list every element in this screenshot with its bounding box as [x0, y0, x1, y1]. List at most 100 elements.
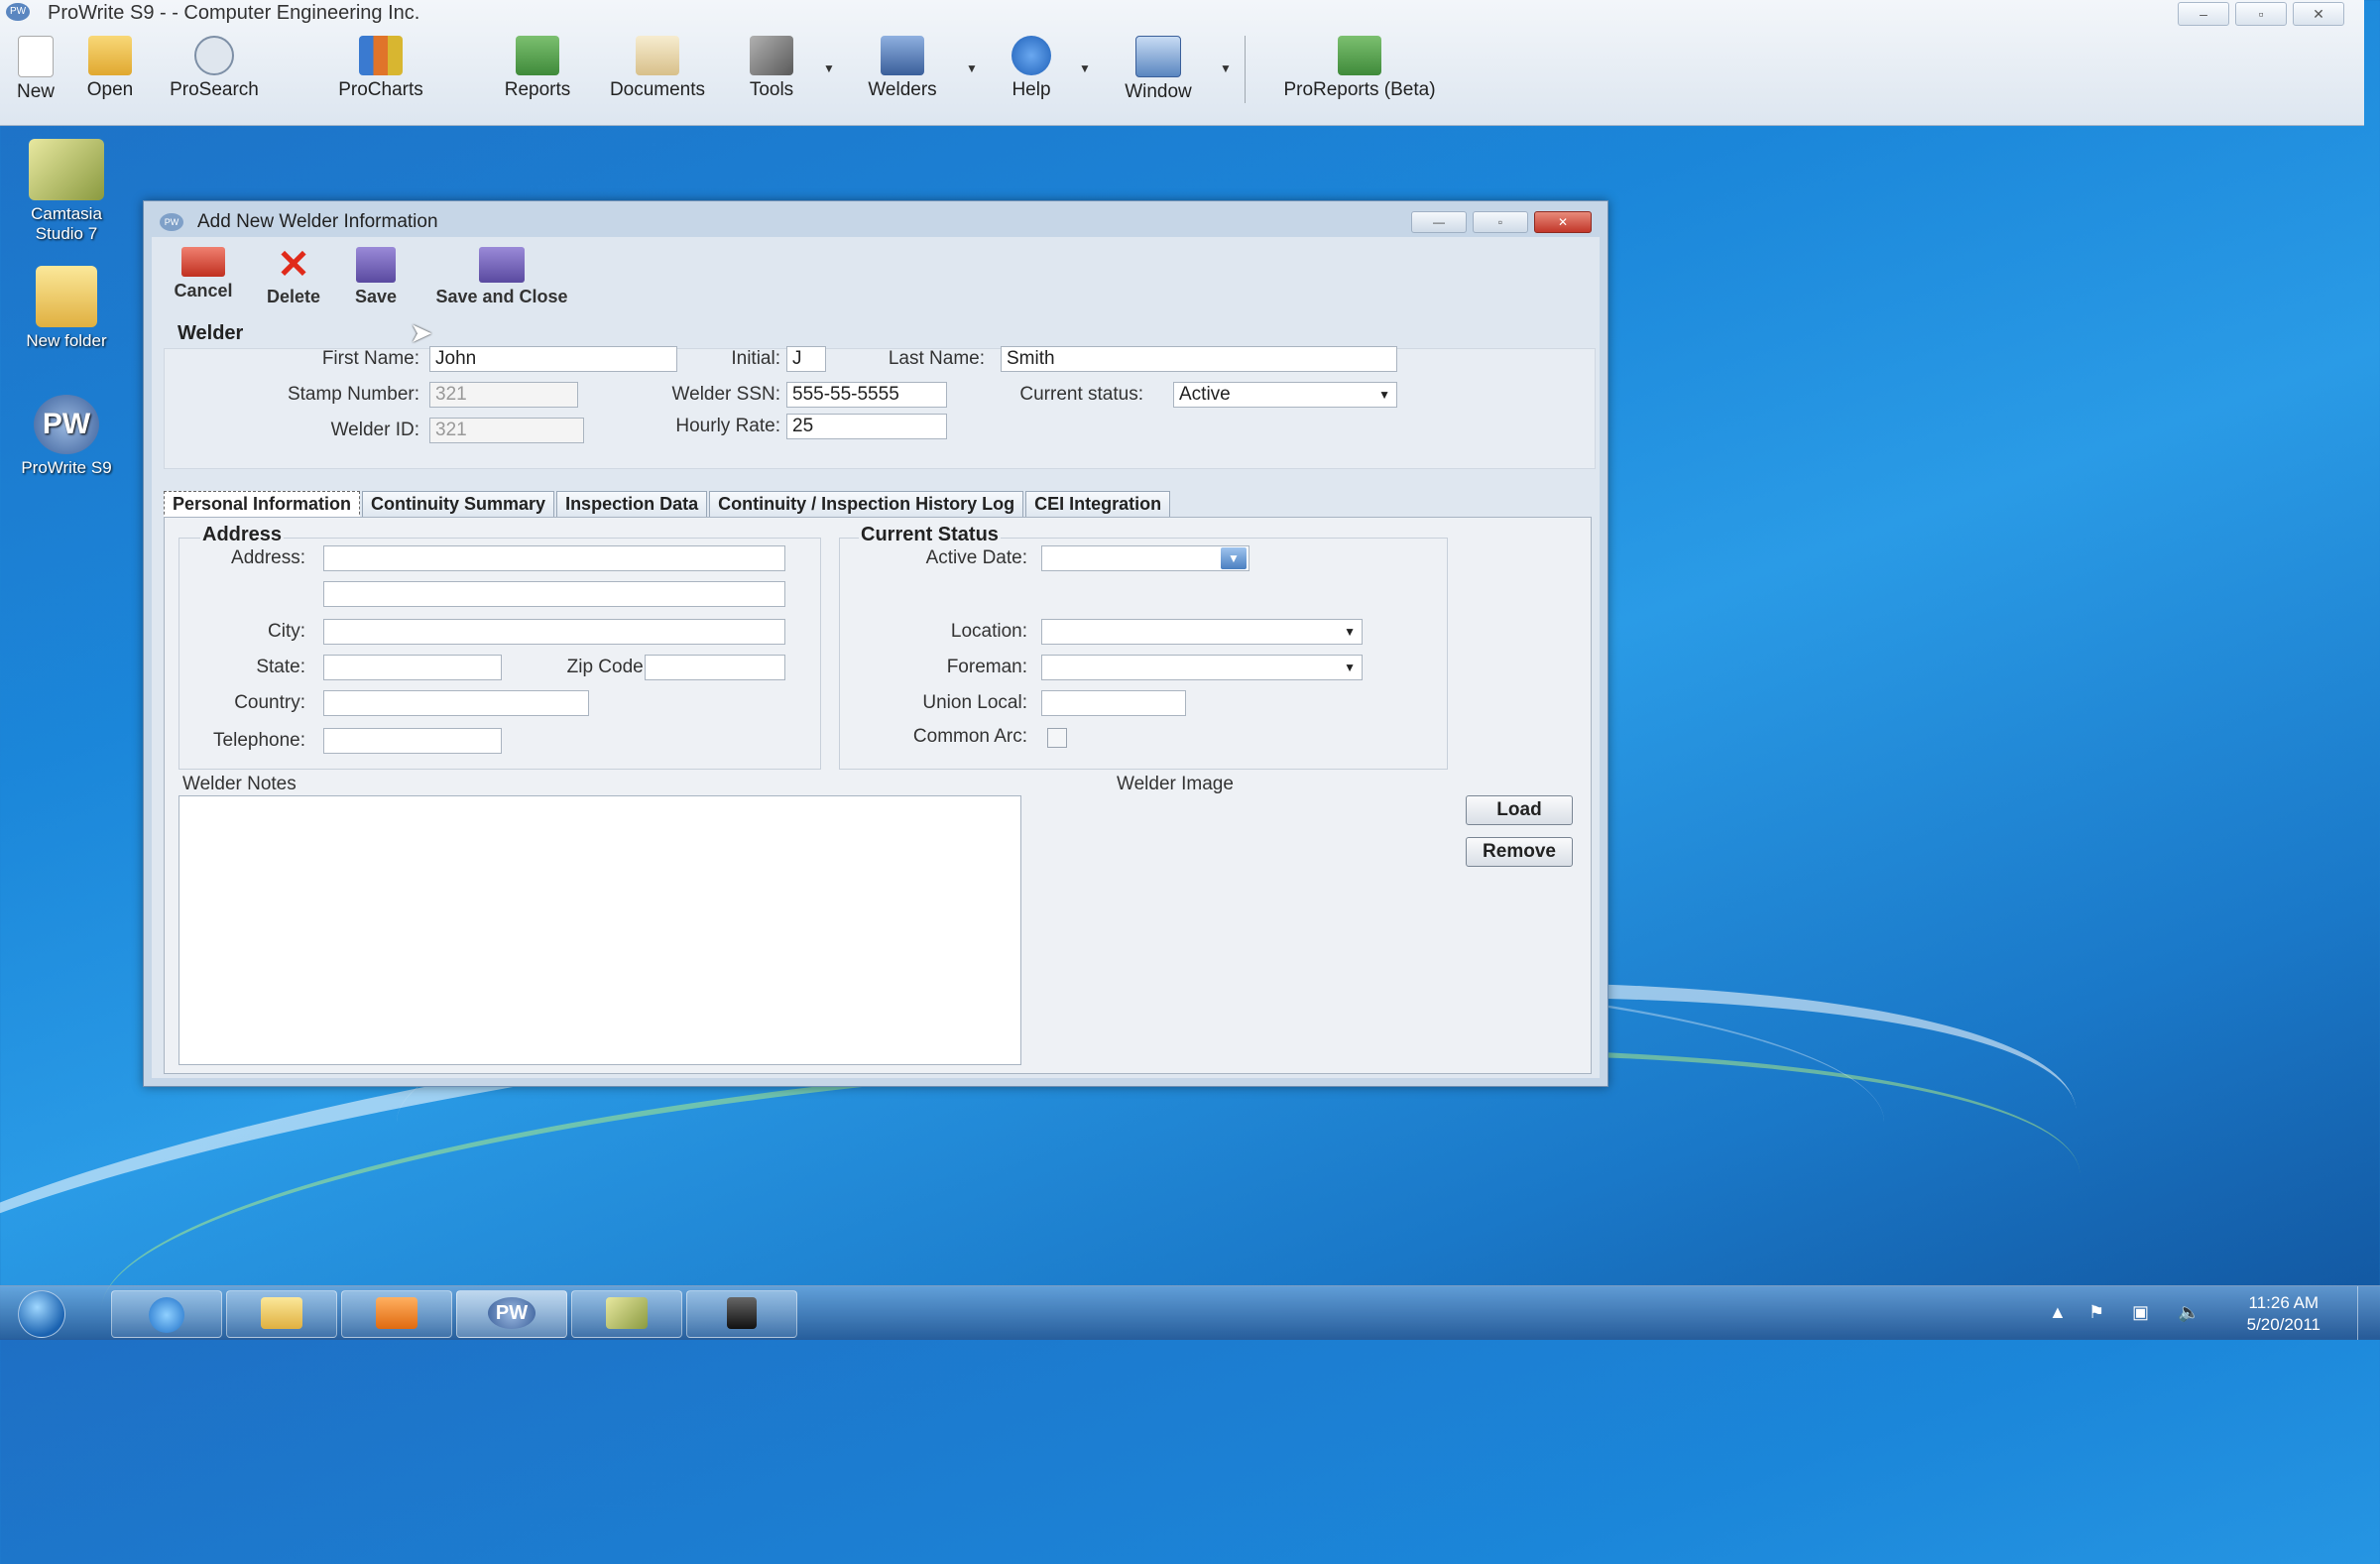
hourly-rate-label: Hourly Rate: [675, 416, 780, 436]
stamp-number-label: Stamp Number: [287, 384, 419, 405]
network-icon[interactable]: ▣ [2132, 1302, 2149, 1323]
camtasia-icon [606, 1297, 648, 1329]
help-dropdown-arrow-icon[interactable]: ▼ [1079, 61, 1091, 75]
taskbar-recorder-button[interactable] [686, 1290, 797, 1338]
active-date-picker[interactable]: ▼ [1041, 545, 1250, 571]
taskbar-camtasia-button[interactable] [571, 1290, 682, 1338]
taskbar-clock[interactable]: 11:26 AM 5/20/2011 [2247, 1292, 2320, 1336]
toolbar-new-button[interactable]: New [8, 36, 63, 103]
initial-label: Initial: [731, 348, 780, 369]
first-name-field[interactable]: John [429, 346, 677, 372]
dialog-maximize-button[interactable]: ▫ [1473, 211, 1528, 233]
show-desktop-button[interactable] [2357, 1286, 2380, 1340]
desktop-icon-label: New folder [26, 331, 107, 350]
add-welder-dialog: PW Add New Welder Information — ▫ ✕ Canc… [143, 200, 1608, 1087]
initial-field[interactable]: J [786, 346, 826, 372]
foreman-select[interactable]: ▼ [1041, 655, 1363, 680]
delete-button[interactable]: ✕ Delete [257, 245, 330, 307]
current-status-select[interactable]: Active ▼ [1173, 382, 1397, 408]
dialog-minimize-button[interactable]: — [1411, 211, 1467, 233]
cancel-label: Cancel [174, 281, 233, 301]
toolbar-window-button[interactable]: Window [1113, 36, 1204, 103]
save-and-close-button[interactable]: Save and Close [419, 247, 584, 307]
remove-image-button[interactable]: Remove [1466, 837, 1573, 867]
prowrite-icon: PW [34, 395, 99, 454]
toolbar-reports-button[interactable]: Reports [490, 36, 585, 101]
tab-history-log[interactable]: Continuity / Inspection History Log [709, 491, 1024, 517]
address-line2-field[interactable] [323, 581, 785, 607]
close-button[interactable]: ✕ [2293, 2, 2344, 26]
welders-icon [881, 36, 924, 75]
telephone-label: Telephone: [213, 730, 305, 751]
save-icon [356, 247, 396, 283]
taskbar-prowrite-button[interactable]: PW [456, 1290, 567, 1338]
minimize-button[interactable]: – [2178, 2, 2229, 26]
welder-id-field[interactable]: 321 [429, 418, 584, 443]
volume-icon[interactable]: 🔈 [2178, 1302, 2200, 1323]
toolbar-label: New [16, 81, 55, 102]
chevron-down-icon: ▼ [1378, 388, 1390, 402]
action-center-flag-icon[interactable]: ⚑ [2088, 1302, 2104, 1323]
toolbar-welders-button[interactable]: Welders [855, 36, 950, 101]
tab-inspection-data[interactable]: Inspection Data [556, 491, 708, 517]
location-label: Location: [950, 621, 1027, 642]
state-field[interactable] [323, 655, 502, 680]
save-and-close-icon [479, 247, 525, 283]
restore-button[interactable]: ▫ [2235, 2, 2287, 26]
desktop-icon-label: ProWrite S9 [21, 458, 112, 477]
telephone-field[interactable] [323, 728, 502, 754]
tools-dropdown-arrow-icon[interactable]: ▼ [823, 61, 835, 75]
toolbar-proreports-button[interactable]: ProReports (Beta) [1265, 36, 1454, 101]
toolbar-open-button[interactable]: Open [77, 36, 143, 101]
tab-personal-information[interactable]: Personal Information [164, 491, 361, 520]
cancel-button[interactable]: Cancel [166, 247, 241, 301]
hourly-rate-field[interactable]: 25 [786, 414, 947, 439]
save-button[interactable]: Save [346, 247, 406, 307]
save-and-close-label: Save and Close [435, 287, 568, 306]
open-folder-icon [88, 36, 132, 75]
tab-cei-integration[interactable]: CEI Integration [1025, 491, 1171, 517]
start-button[interactable] [18, 1290, 65, 1338]
desktop-icon-new-folder[interactable]: New folder [12, 266, 121, 351]
load-image-button[interactable]: Load [1466, 795, 1573, 825]
common-arc-checkbox[interactable] [1047, 728, 1067, 748]
union-local-field[interactable] [1041, 690, 1186, 716]
stamp-number-field[interactable]: 321 [429, 382, 578, 408]
dialog-body: Cancel ✕ Delete Save Save and Close ➤ We… [152, 237, 1600, 1078]
toolbar-tools-button[interactable]: Tools [736, 36, 807, 101]
last-name-field[interactable]: Smith [1001, 346, 1397, 372]
welder-notes-textarea[interactable] [178, 795, 1021, 1065]
zip-code-field[interactable] [645, 655, 785, 680]
city-field[interactable] [323, 619, 785, 645]
toolbar-label: ProCharts [338, 79, 423, 100]
tab-continuity-summary[interactable]: Continuity Summary [362, 491, 555, 517]
prowrite-icon: PW [488, 1297, 536, 1329]
desktop-icon-prowrite[interactable]: PW ProWrite S9 [12, 395, 121, 478]
search-icon [194, 36, 234, 75]
taskbar-media-button[interactable] [341, 1290, 452, 1338]
state-label: State: [256, 657, 305, 677]
union-local-label: Union Local: [922, 692, 1027, 713]
toolbar-prosearch-button[interactable]: ProSearch [157, 36, 272, 101]
taskbar-explorer-button[interactable] [226, 1290, 337, 1338]
desktop-icon-camtasia[interactable]: Camtasia Studio 7 [12, 139, 121, 244]
bar-chart-icon [359, 36, 403, 75]
dialog-close-button[interactable]: ✕ [1534, 211, 1592, 233]
toolbar-documents-button[interactable]: Documents [595, 36, 720, 101]
show-hidden-icons-icon[interactable]: ▲ [2049, 1302, 2067, 1323]
toolbar-help-button[interactable]: Help [1000, 36, 1063, 101]
welders-dropdown-arrow-icon[interactable]: ▼ [966, 61, 978, 75]
app-window: PW ProWrite S9 - - Computer Engineering … [0, 0, 2364, 126]
chevron-down-icon: ▼ [1344, 661, 1356, 674]
toolbar-label: Documents [609, 79, 706, 100]
location-select[interactable]: ▼ [1041, 619, 1363, 645]
calendar-dropdown-icon[interactable]: ▼ [1221, 547, 1247, 569]
address-line1-field[interactable] [323, 545, 785, 571]
welder-ssn-field[interactable]: 555-55-5555 [786, 382, 947, 408]
toolbar-label: Help [1012, 79, 1051, 100]
toolbar-label: Open [86, 79, 134, 100]
country-field[interactable] [323, 690, 589, 716]
taskbar-ie-button[interactable] [111, 1290, 222, 1338]
toolbar-procharts-button[interactable]: ProCharts [323, 36, 438, 101]
window-dropdown-arrow-icon[interactable]: ▼ [1220, 61, 1232, 75]
